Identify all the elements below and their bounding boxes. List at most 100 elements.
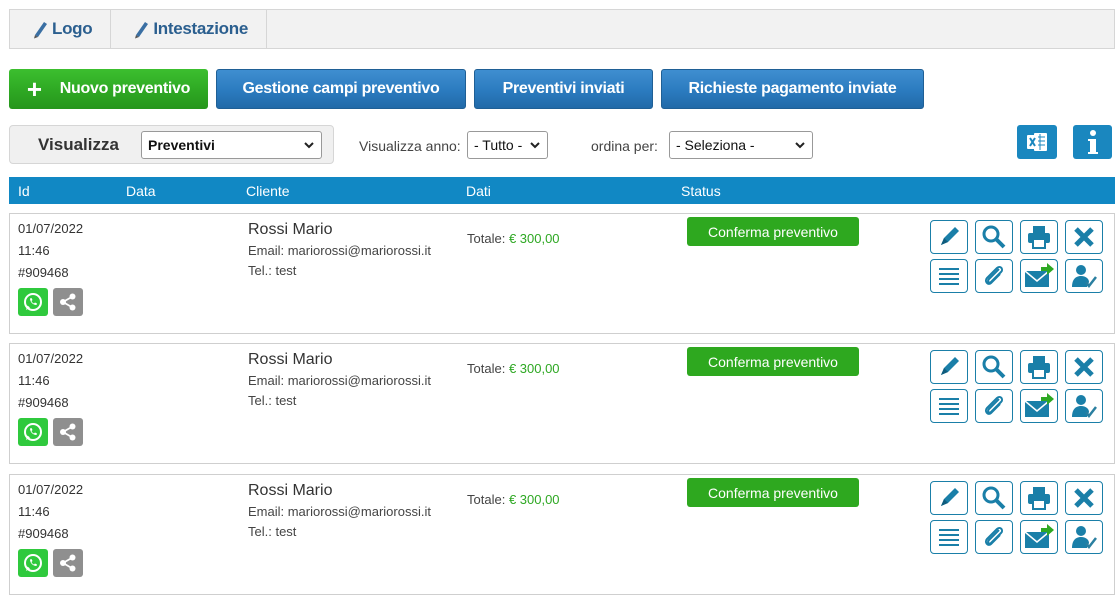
edit-button[interactable]: [930, 220, 968, 254]
pencil-icon: [941, 227, 959, 245]
details-button[interactable]: [930, 520, 968, 554]
send-mail-icon: [1024, 263, 1054, 287]
pencil-icon: [941, 488, 959, 506]
pencil-icon: [34, 22, 47, 39]
edit-button[interactable]: [930, 481, 968, 515]
print-button[interactable]: [1020, 350, 1058, 384]
order-select-value: - Seleziona -: [676, 137, 755, 153]
client-tel: Tel.: test: [248, 263, 297, 278]
client-tel: Tel.: test: [248, 524, 297, 539]
row-time: 11:46: [18, 504, 50, 519]
view-select[interactable]: Preventivi: [141, 130, 322, 159]
delete-button[interactable]: [1065, 481, 1103, 515]
list-icon: [939, 398, 959, 415]
paperclip-icon: [984, 395, 1004, 415]
pencil-icon: [135, 22, 149, 39]
tab-logo[interactable]: Logo: [10, 10, 112, 48]
year-label: Visualizza anno:: [359, 138, 461, 154]
view-button[interactable]: [975, 481, 1013, 515]
row-date: 01/07/2022: [18, 221, 84, 236]
send-email-button[interactable]: [1020, 520, 1058, 554]
list-icon: [939, 529, 959, 546]
client-approve-button[interactable]: [1065, 259, 1103, 293]
confirm-quote-button[interactable]: Conferma preventivo: [687, 217, 859, 246]
attachment-button[interactable]: [975, 259, 1013, 293]
row-time: 11:46: [18, 243, 50, 258]
share-button[interactable]: [53, 549, 83, 577]
header-dati: Dati: [466, 183, 491, 199]
payment-requests-button[interactable]: Richieste pagamento inviate: [661, 69, 924, 109]
send-email-button[interactable]: [1020, 389, 1058, 423]
header-data: Data: [126, 183, 156, 199]
client-approve-button[interactable]: [1065, 520, 1103, 554]
sent-quotes-label: Preventivi inviati: [502, 80, 625, 97]
share-button[interactable]: [53, 288, 83, 316]
whatsapp-button[interactable]: [18, 418, 48, 446]
send-mail-icon: [1024, 524, 1054, 548]
total-value: € 300,00: [508, 361, 560, 376]
user-check-icon: [1072, 395, 1097, 419]
tab-intestazione-label: Intestazione: [153, 19, 248, 38]
chevron-down-icon: [530, 142, 540, 149]
view-button[interactable]: [975, 350, 1013, 384]
details-button[interactable]: [930, 259, 968, 293]
year-select[interactable]: - Tutto -: [467, 131, 548, 159]
row-time: 11:46: [18, 373, 50, 388]
client-email: Email: mariorossi@mariorossi.it: [248, 243, 431, 258]
order-select[interactable]: - Seleziona -: [669, 131, 813, 159]
send-email-button[interactable]: [1020, 259, 1058, 293]
view-label: Visualizza: [38, 134, 119, 154]
action-toolbar: + Nuovo preventivo Gestione campi preven…: [9, 69, 924, 109]
client-approve-button[interactable]: [1065, 389, 1103, 423]
table-row: 01/07/2022 11:46 #909468 Rossi Mario Ema…: [9, 343, 1115, 464]
tab-logo-label: Logo: [52, 19, 93, 38]
share-icon: [60, 554, 76, 572]
attachment-button[interactable]: [975, 520, 1013, 554]
edit-button[interactable]: [930, 350, 968, 384]
info-icon: [1087, 130, 1098, 154]
close-icon: [1074, 357, 1094, 377]
confirm-quote-label: Conferma preventivo: [708, 484, 838, 501]
sent-quotes-button[interactable]: Preventivi inviati: [474, 69, 653, 109]
confirm-quote-label: Conferma preventivo: [708, 223, 838, 240]
print-button[interactable]: [1020, 220, 1058, 254]
view-button[interactable]: [975, 220, 1013, 254]
excel-export-button[interactable]: [1017, 125, 1057, 159]
new-quote-button[interactable]: + Nuovo preventivo: [9, 69, 208, 109]
share-button[interactable]: [53, 418, 83, 446]
top-tab-bar: Logo Intestazione: [9, 9, 1115, 49]
printer-icon: [1028, 487, 1050, 510]
whatsapp-icon: [24, 293, 42, 311]
total-value: € 300,00: [508, 231, 560, 246]
confirm-quote-label: Conferma preventivo: [708, 353, 838, 370]
whatsapp-button[interactable]: [18, 549, 48, 577]
confirm-quote-button[interactable]: Conferma preventivo: [687, 347, 859, 376]
year-select-value: - Tutto -: [474, 137, 523, 153]
client-email: Email: mariorossi@mariorossi.it: [248, 504, 431, 519]
total-label: Totale:: [467, 361, 506, 376]
delete-button[interactable]: [1065, 350, 1103, 384]
paperclip-icon: [984, 265, 1004, 285]
magnifier-icon: [982, 486, 1006, 510]
attachment-button[interactable]: [975, 389, 1013, 423]
manage-fields-label: Gestione campi preventivo: [242, 80, 440, 97]
print-button[interactable]: [1020, 481, 1058, 515]
row-date: 01/07/2022: [18, 351, 84, 366]
printer-icon: [1028, 356, 1050, 379]
table-header: Id Data Cliente Dati Status: [9, 177, 1115, 204]
manage-fields-button[interactable]: Gestione campi preventivo: [216, 69, 466, 109]
view-filter-box: Visualizza Preventivi: [9, 125, 334, 164]
row-total: Totale: € 300,00: [467, 361, 560, 376]
details-button[interactable]: [930, 389, 968, 423]
whatsapp-icon: [24, 423, 42, 441]
tab-intestazione[interactable]: Intestazione: [111, 10, 267, 48]
close-icon: [1074, 227, 1094, 247]
info-button[interactable]: [1073, 125, 1112, 159]
confirm-quote-button[interactable]: Conferma preventivo: [687, 478, 859, 507]
delete-button[interactable]: [1065, 220, 1103, 254]
plus-icon: +: [26, 74, 42, 104]
whatsapp-button[interactable]: [18, 288, 48, 316]
table-row: 01/07/2022 11:46 #909468 Rossi Mario Ema…: [9, 474, 1115, 595]
payment-requests-label: Richieste pagamento inviate: [688, 80, 897, 97]
user-check-icon: [1072, 265, 1097, 289]
